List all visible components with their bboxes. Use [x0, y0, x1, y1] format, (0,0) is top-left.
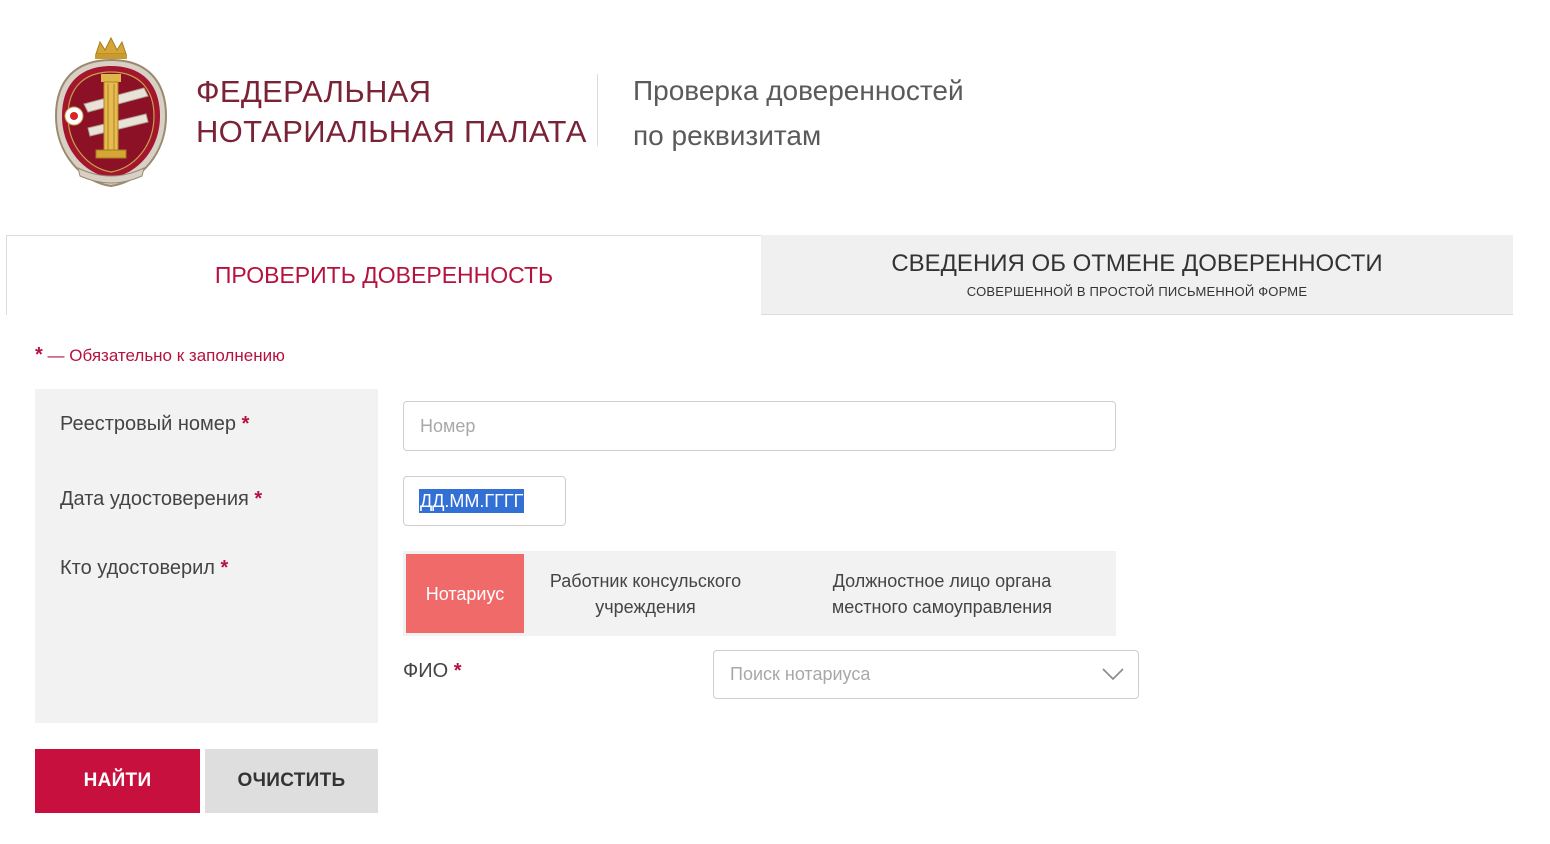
certified-by-label: Кто удостоверил * [60, 557, 228, 580]
registry-number-label-text: Реестровый номер [60, 413, 237, 435]
required-star: * [220, 557, 229, 579]
organization-name: ФЕДЕРАЛЬНАЯ НОТАРИАЛЬНАЯ ПАЛАТА [196, 72, 587, 152]
page: ФЕДЕРАЛЬНАЯ НОТАРИАЛЬНАЯ ПАЛАТА Проверка… [0, 0, 1550, 844]
certified-by-label-text: Кто удостоверил [60, 557, 215, 579]
organization-name-line-1: ФЕДЕРАЛЬНАЯ [196, 74, 432, 109]
service-title: Проверка доверенностей по реквизитам [633, 68, 964, 158]
service-title-line-1: Проверка доверенностей [633, 75, 964, 106]
date-placeholder-selected: ДД.ММ.ГГГГ [419, 489, 525, 513]
certification-date-label: Дата удостоверения * [60, 488, 262, 511]
tab-label: ПРОВЕРИТЬ ДОВЕРЕННОСТЬ [214, 262, 554, 288]
labels-panel [35, 389, 378, 723]
tabs: ПРОВЕРИТЬ ДОВЕРЕННОСТЬ СВЕДЕНИЯ ОБ ОТМЕН… [6, 235, 1513, 315]
required-star: * [35, 344, 43, 366]
required-star: * [453, 660, 462, 682]
clear-button[interactable]: ОЧИСТИТЬ [205, 749, 378, 813]
notary-search-select[interactable]: Поиск нотариуса [713, 650, 1139, 699]
certified-by-selector: Нотариус Работник консульского учреждени… [403, 551, 1116, 636]
certification-date-label-text: Дата удостоверения [60, 488, 249, 510]
fio-label: ФИО * [403, 660, 462, 683]
option-notary[interactable]: Нотариус [406, 554, 524, 633]
service-title-line-2: по реквизитам [633, 120, 822, 151]
option-label: Нотариус [425, 583, 505, 604]
option-label: Работник консульского учреждения [549, 570, 742, 617]
notary-search-placeholder: Поиск нотариуса [730, 664, 871, 684]
tab-check-power-of-attorney[interactable]: ПРОВЕРИТЬ ДОВЕРЕННОСТЬ [6, 235, 761, 315]
required-star: * [254, 488, 263, 510]
tab-revocation-info[interactable]: СВЕДЕНИЯ ОБ ОТМЕНЕ ДОВЕРЕННОСТИ СОВЕРШЕН… [761, 235, 1513, 315]
registry-number-input[interactable] [403, 401, 1116, 451]
option-consular-officer[interactable]: Работник консульского учреждения [533, 554, 758, 633]
chevron-down-icon [1102, 668, 1124, 681]
option-label: Должностное лицо органа местного самоупр… [831, 570, 1053, 617]
notary-chamber-emblem-icon [54, 36, 168, 188]
option-local-government-official[interactable]: Должностное лицо органа местного самоупр… [803, 554, 1081, 633]
find-button[interactable]: НАЙТИ [35, 749, 200, 813]
header-divider [597, 74, 598, 146]
tab-sublabel: СОВЕРШЕННОЙ В ПРОСТОЙ ПИСЬМЕННОЙ ФОРМЕ [966, 284, 1308, 299]
registry-number-label: Реестровый номер * [60, 413, 249, 436]
required-note-text: — Обязательно к заполнению [42, 346, 285, 365]
organization-name-line-2: НОТАРИАЛЬНАЯ ПАЛАТА [196, 114, 587, 149]
certification-date-input[interactable]: ДД.ММ.ГГГГ [403, 476, 566, 526]
required-fields-note: * — Обязательно к заполнению [35, 344, 285, 367]
tab-label: СВЕДЕНИЯ ОБ ОТМЕНЕ ДОВЕРЕННОСТИ [891, 250, 1383, 277]
fio-label-text: ФИО [403, 660, 449, 682]
required-star: * [241, 413, 250, 435]
